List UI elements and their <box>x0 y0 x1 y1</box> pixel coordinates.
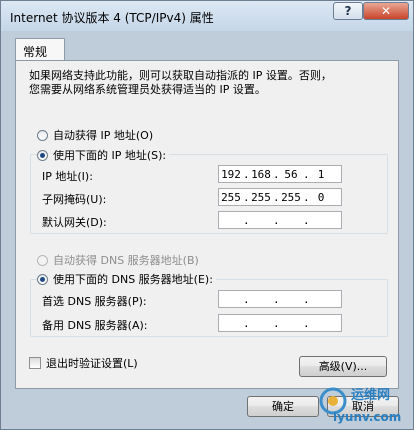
preferred-dns-input[interactable]: . . . <box>218 290 342 308</box>
radio-manual-dns[interactable]: 使用下面的 DNS 服务器地址(E): <box>37 271 216 287</box>
mask-octet-3: 255 <box>281 190 301 204</box>
ip-dot: . <box>303 316 310 330</box>
description-text: 如果网络支持此功能，则可以获取自动指派的 IP 设置。否则， 您需要从网络系统管… <box>29 69 332 96</box>
subnet-mask-label: 子网掩码(U): <box>42 193 107 206</box>
watermark-logo: 运维网 iyunv.com <box>319 387 401 424</box>
ip-dot: . <box>273 213 280 227</box>
ip-dot: . <box>243 213 250 227</box>
tab-general-label: 常规 <box>23 45 48 59</box>
radio-auto-dns-indicator[interactable] <box>37 254 48 266</box>
ip-dot: . <box>273 292 280 306</box>
gateway-label: 默认网关(D): <box>42 216 107 229</box>
preferred-dns-label: 首选 DNS 服务器(P): <box>42 295 147 308</box>
radio-manual-dns-label: 使用下面的 DNS 服务器地址(E): <box>53 273 213 286</box>
watermark-url-text: iyunv.com <box>333 410 401 424</box>
title-bar[interactable]: Internet 协议版本 4 (TCP/IPv4) 属性 ? ✕ <box>1 1 413 31</box>
window-title: Internet 协议版本 4 (TCP/IPv4) 属性 <box>10 11 214 25</box>
validate-on-exit-checkbox[interactable]: 退出时验证设置(L) <box>29 355 138 371</box>
ip-address-label: IP 地址(I): <box>42 170 93 183</box>
gateway-input[interactable]: . . . <box>218 211 342 229</box>
ip-octet-1: 192 <box>221 167 241 181</box>
ip-octet-3: 56 <box>284 167 298 181</box>
radio-manual-ip[interactable]: 使用下面的 IP 地址(S): <box>37 147 170 163</box>
radio-auto-ip-label: 自动获得 IP 地址(O) <box>53 129 154 142</box>
ip-dot: . <box>303 213 310 227</box>
radio-manual-dns-indicator[interactable] <box>37 273 48 285</box>
watermark-cn-text: 运维网 <box>351 387 390 403</box>
radio-auto-ip-indicator[interactable] <box>37 129 48 141</box>
radio-manual-ip-label: 使用下面的 IP 地址(S): <box>53 149 167 162</box>
help-button[interactable]: ? <box>333 2 363 20</box>
ip-dot: . <box>243 292 250 306</box>
mask-octet-4: 0 <box>317 190 325 204</box>
ip-dot: . <box>303 292 310 306</box>
alternate-dns-label: 备用 DNS 服务器(A): <box>42 319 148 332</box>
advanced-button[interactable]: 高级(V)... <box>299 356 387 377</box>
subnet-mask-input[interactable]: 255. 255. 255. 0 <box>218 188 342 206</box>
ip-dot: . <box>243 316 250 330</box>
validate-checkbox-label: 退出时验证设置(L) <box>46 357 138 370</box>
mask-octet-2: 255 <box>251 190 271 204</box>
radio-auto-ip[interactable]: 自动获得 IP 地址(O) <box>37 127 157 143</box>
ip-dot: . <box>273 316 280 330</box>
radio-manual-ip-indicator[interactable] <box>37 149 48 161</box>
radio-auto-dns-label: 自动获得 DNS 服务器地址(B) <box>53 254 199 267</box>
general-panel: 如果网络支持此功能，则可以获取自动指派的 IP 设置。否则， 您需要从网络系统管… <box>15 60 399 389</box>
dialog-window: Internet 协议版本 4 (TCP/IPv4) 属性 ? ✕ 常规 如果网… <box>0 0 414 430</box>
mask-octet-1: 255 <box>221 190 241 204</box>
ip-octet-4: 1 <box>317 167 325 181</box>
ip-octet-2: 168 <box>251 167 271 181</box>
validate-checkbox-box[interactable] <box>29 357 41 369</box>
tab-general[interactable]: 常规 <box>15 38 65 61</box>
close-button[interactable]: ✕ <box>363 2 409 20</box>
radio-auto-dns[interactable]: 自动获得 DNS 服务器地址(B) <box>37 252 202 268</box>
alternate-dns-input[interactable]: . . . <box>218 314 342 332</box>
watermark-center <box>328 396 338 406</box>
ip-address-input[interactable]: 192. 168. 56. 1 <box>218 165 342 183</box>
ok-button[interactable]: 确定 <box>247 396 319 417</box>
